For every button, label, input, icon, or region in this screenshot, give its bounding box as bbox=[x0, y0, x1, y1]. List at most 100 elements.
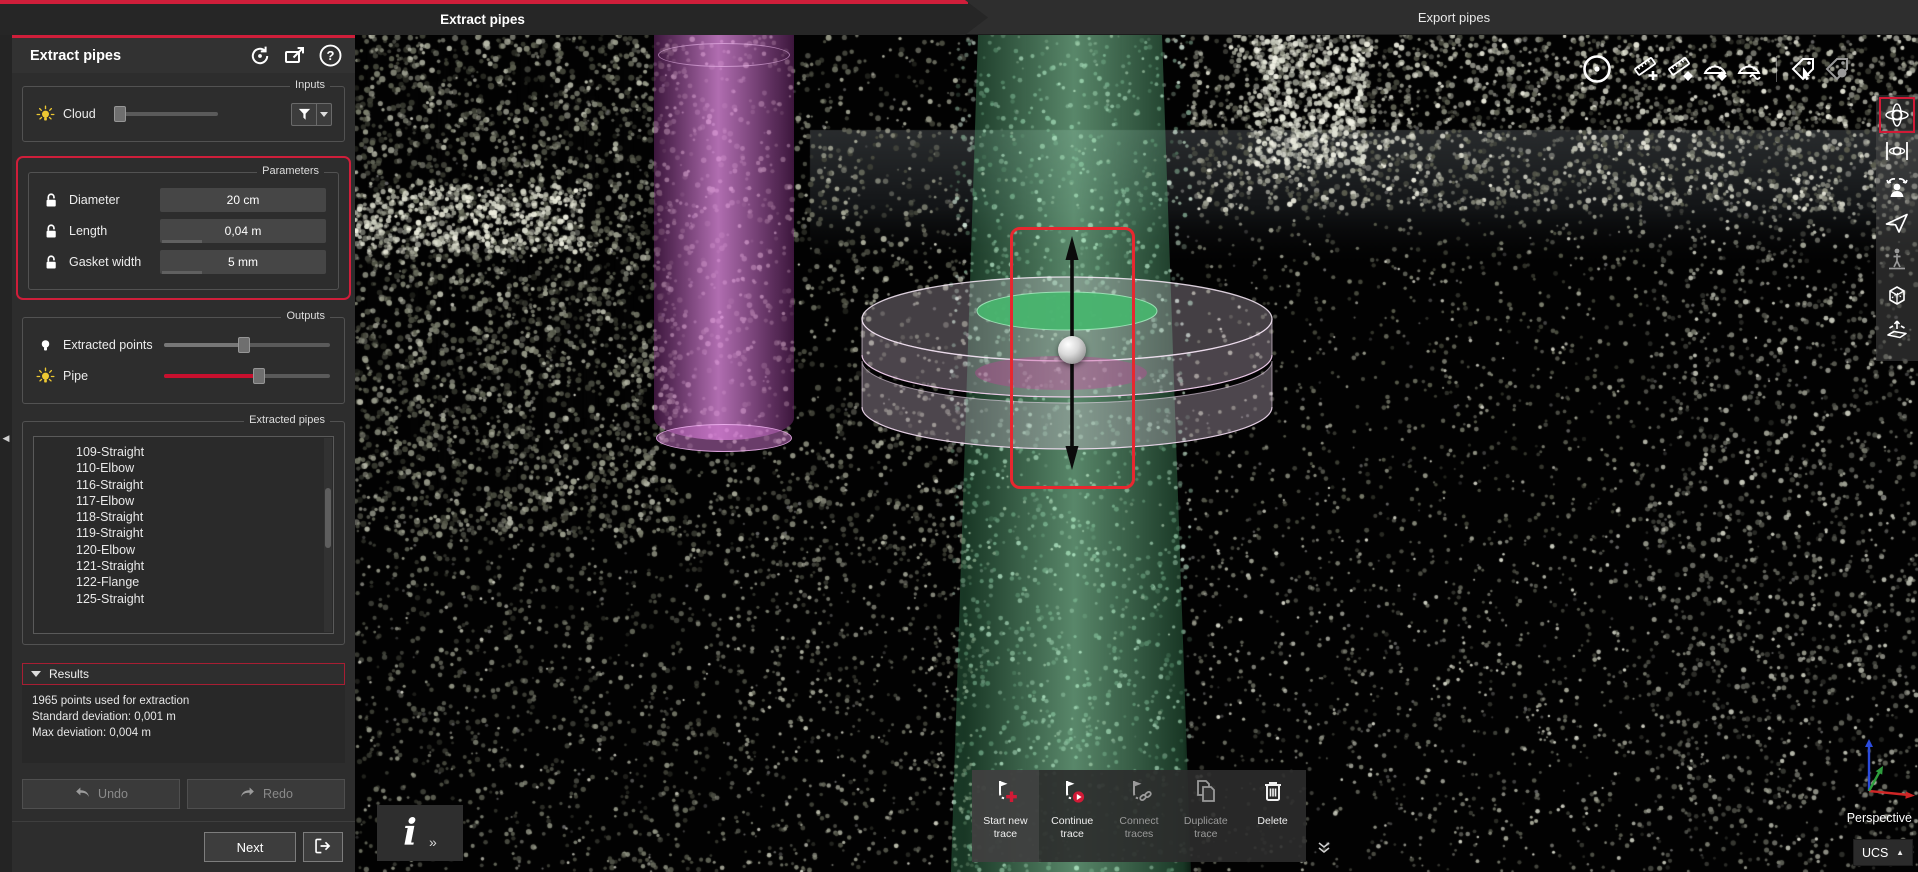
delete-icon bbox=[1258, 777, 1288, 814]
extracted-pipes-group: Extracted pipes 109-Straight 110-Elbow 1… bbox=[22, 414, 345, 645]
parameter-row: Diameter 20 cm bbox=[41, 188, 326, 212]
redo-label: Redo bbox=[263, 787, 293, 801]
parameters-group: Parameters Diameter 20 cm Length 0,04 m bbox=[28, 165, 339, 290]
list-item[interactable]: 117-Elbow bbox=[76, 493, 333, 509]
list-item[interactable]: 125-Straight bbox=[76, 591, 333, 607]
measure-pick-icon[interactable] bbox=[1664, 52, 1698, 86]
list-item[interactable]: 118-Straight bbox=[76, 509, 333, 525]
application-window: Extract pipes Export pipes ◀ Extract pip… bbox=[0, 0, 1918, 872]
angle-measure-icon[interactable] bbox=[1698, 52, 1732, 86]
examine-tool[interactable] bbox=[1880, 170, 1914, 204]
projection-mode-label[interactable]: Perspective bbox=[1847, 811, 1912, 825]
pipe-output-label: Pipe bbox=[63, 369, 89, 383]
pink-pipe-model[interactable] bbox=[654, 35, 794, 452]
list-item[interactable]: 122-Flange bbox=[76, 574, 333, 590]
exit-icon bbox=[313, 837, 333, 858]
cloud-filter-combo[interactable] bbox=[291, 102, 332, 126]
tab-extract-pipes[interactable]: Extract pipes bbox=[0, 0, 988, 35]
label-disabled-icon[interactable] bbox=[1821, 52, 1855, 86]
measure-toolbar bbox=[1580, 47, 1855, 91]
bulb-on-icon[interactable] bbox=[35, 105, 55, 124]
help-icon[interactable]: ? bbox=[317, 43, 343, 69]
bulb-on-icon[interactable] bbox=[35, 367, 55, 386]
measure-add-icon[interactable] bbox=[1630, 52, 1664, 86]
cloud-opacity-slider[interactable] bbox=[113, 106, 218, 122]
orbit-tool[interactable] bbox=[1879, 97, 1915, 133]
lock-open-icon[interactable] bbox=[41, 192, 61, 209]
list-item[interactable]: 110-Elbow bbox=[76, 460, 333, 476]
trace-button-label: Start new trace bbox=[983, 815, 1028, 840]
list-item[interactable]: 120-Elbow bbox=[76, 542, 333, 558]
list-item[interactable]: 119-Straight bbox=[76, 525, 333, 541]
list-item[interactable]: 109-Straight bbox=[76, 444, 333, 460]
pipe-opacity-slider[interactable] bbox=[164, 368, 330, 384]
extracted-pipes-legend: Extracted pipes bbox=[244, 414, 330, 426]
fly-tool[interactable] bbox=[1880, 206, 1914, 240]
info-tile[interactable]: i » bbox=[377, 805, 463, 861]
continue-trace-button[interactable]: Continue trace bbox=[1039, 770, 1106, 862]
point-cloud-canvas bbox=[355, 35, 1918, 872]
extracted-points-slider[interactable] bbox=[164, 337, 330, 353]
parameters-highlight-border: Parameters Diameter 20 cm Length 0,04 m bbox=[16, 156, 351, 300]
info-expand-chevrons[interactable]: » bbox=[429, 834, 437, 850]
pivot-point-icon[interactable] bbox=[1580, 52, 1614, 86]
bulb-off-icon[interactable] bbox=[35, 337, 55, 354]
list-scrollbar[interactable] bbox=[324, 438, 332, 632]
duplicate-trace-button[interactable]: Duplicate trace bbox=[1172, 770, 1239, 862]
tab-export-pipes-label: Export pipes bbox=[1417, 10, 1491, 25]
results-header[interactable]: Results bbox=[22, 663, 345, 685]
inputs-group: Inputs Cloud bbox=[22, 79, 345, 142]
extracted-pipes-list[interactable]: 109-Straight 110-Elbow 116-Straight 117-… bbox=[33, 436, 334, 634]
parameter-label: Gasket width bbox=[69, 255, 142, 269]
connect-traces-button[interactable]: Connect traces bbox=[1106, 770, 1173, 862]
reset-icon[interactable] bbox=[247, 43, 273, 69]
list-item[interactable]: 116-Straight bbox=[76, 477, 333, 493]
export-window-icon[interactable] bbox=[282, 43, 308, 69]
constrained-orbit-tool[interactable] bbox=[1880, 134, 1914, 168]
length-value-field[interactable]: 0,04 m bbox=[160, 219, 326, 243]
panel-collapse-arrow[interactable]: ◀ bbox=[0, 433, 12, 444]
list-scrollbar-thumb[interactable] bbox=[325, 488, 331, 549]
list-item[interactable]: 121-Straight bbox=[76, 558, 333, 574]
start-new-trace-icon bbox=[990, 777, 1020, 814]
next-button[interactable]: Next bbox=[204, 832, 296, 862]
section-tool[interactable] bbox=[1880, 314, 1914, 348]
cloud-slider-handle[interactable] bbox=[113, 106, 126, 122]
delete-trace-button[interactable]: Delete bbox=[1239, 770, 1306, 862]
parameter-row: Gasket width 5 mm bbox=[41, 250, 326, 274]
exit-step-button[interactable] bbox=[303, 832, 343, 862]
parameters-legend: Parameters bbox=[257, 165, 324, 177]
results-expander: Results 1965 points used for extraction … bbox=[22, 663, 345, 763]
tab-export-pipes[interactable]: Export pipes bbox=[990, 0, 1918, 35]
undo-button[interactable]: Undo bbox=[22, 779, 180, 809]
viewcube-tool[interactable] bbox=[1880, 278, 1914, 312]
slider-handle[interactable] bbox=[237, 337, 250, 353]
viewport-3d[interactable]: Start new trace Continue trace Connect t… bbox=[355, 35, 1918, 872]
lock-open-icon[interactable] bbox=[41, 254, 61, 271]
gasket-width-value-field[interactable]: 5 mm bbox=[160, 250, 326, 274]
filter-dropdown-arrow[interactable] bbox=[316, 103, 331, 125]
parameter-label: Length bbox=[69, 224, 108, 238]
axis-triad bbox=[1865, 739, 1915, 799]
trace-button-label: Duplicate trace bbox=[1183, 815, 1228, 840]
drag-sphere-handle[interactable] bbox=[1058, 336, 1086, 364]
diameter-value-field[interactable]: 20 cm bbox=[160, 188, 326, 212]
info-icon: i bbox=[403, 812, 417, 854]
filter-icon[interactable] bbox=[292, 104, 316, 125]
angle-curve-icon[interactable] bbox=[1732, 52, 1766, 86]
results-line: Standard deviation: 0,001 m bbox=[32, 711, 176, 723]
parameter-label: Diameter bbox=[69, 193, 120, 207]
slider-fill bbox=[164, 374, 259, 378]
redo-button[interactable]: Redo bbox=[187, 779, 345, 809]
lock-open-icon[interactable] bbox=[41, 223, 61, 240]
start-new-trace-button[interactable]: Start new trace bbox=[972, 770, 1039, 862]
extract-pipes-panel: Extract pipes ? Inputs Cloud Parameters … bbox=[12, 35, 355, 872]
ucs-selector[interactable]: UCS ▲ bbox=[1853, 839, 1913, 866]
undo-icon bbox=[74, 786, 91, 802]
toolbar-expand-chevrons[interactable] bbox=[1316, 841, 1332, 860]
slider-handle[interactable] bbox=[252, 368, 265, 384]
walk-tool[interactable] bbox=[1880, 242, 1914, 276]
results-line: 1965 points used for extraction bbox=[32, 695, 190, 707]
label-pick-icon[interactable] bbox=[1787, 52, 1821, 86]
redo-icon bbox=[239, 786, 256, 802]
